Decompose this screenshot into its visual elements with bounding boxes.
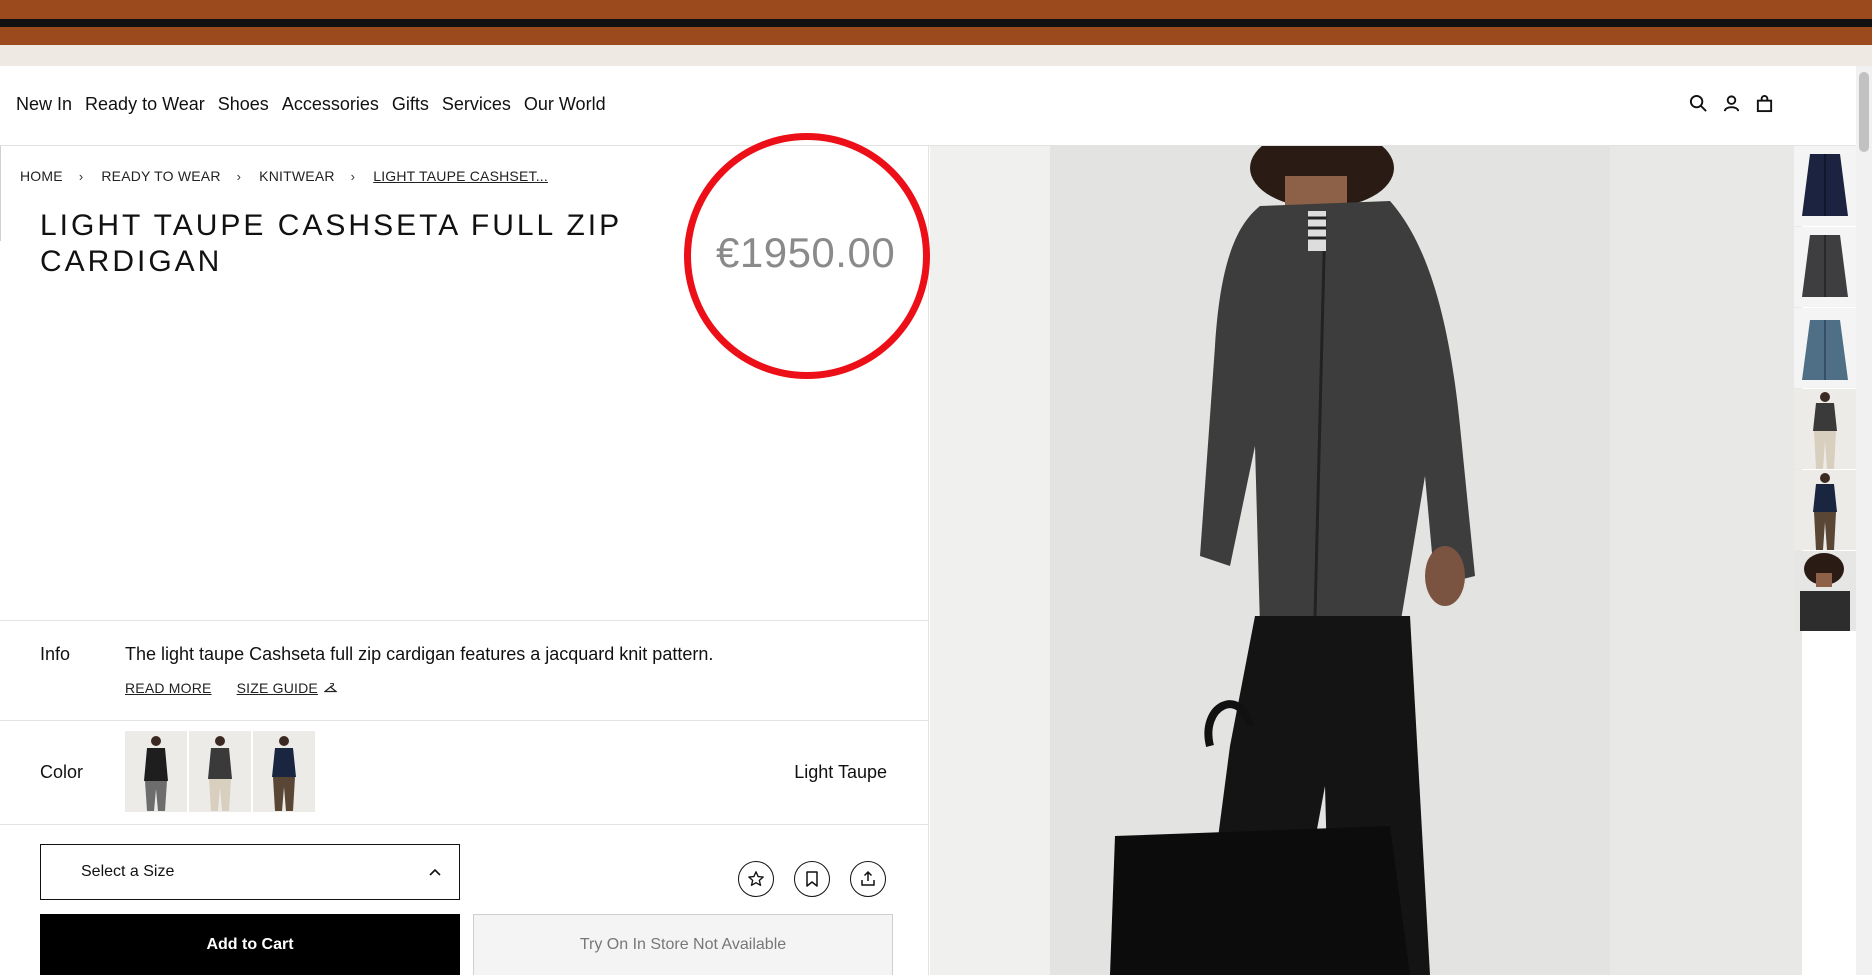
model-photo	[930, 146, 1802, 975]
product-description: The light taupe Cashseta full zip cardig…	[125, 644, 714, 664]
stripe-bottom	[0, 27, 1872, 45]
account-icon[interactable]	[1722, 94, 1741, 113]
divider	[0, 620, 929, 621]
swatch-image	[189, 731, 251, 812]
color-swatch-grey[interactable]	[189, 731, 251, 812]
bag-icon[interactable]	[1755, 94, 1774, 113]
share-icon	[861, 870, 875, 886]
breadcrumb: HOME › READY TO WEAR › KNITWEAR › LIGHT …	[20, 168, 548, 184]
nav-icons	[1689, 94, 1774, 113]
chevron-right-icon: ›	[236, 168, 242, 184]
search-icon[interactable]	[1689, 94, 1708, 113]
color-label: Color	[40, 762, 84, 782]
stripe-top	[0, 0, 1872, 19]
nav-item-gifts[interactable]: Gifts	[392, 94, 429, 115]
thumbnail-6[interactable]	[1794, 551, 1856, 631]
info-links: READ MORE SIZE GUIDE	[125, 680, 337, 696]
thumbnail-image	[1794, 389, 1856, 469]
thumbnail-3[interactable]	[1794, 308, 1856, 388]
thumbnail-5[interactable]	[1794, 470, 1856, 550]
bookmark-icon	[806, 871, 818, 887]
swatch-image	[253, 731, 315, 812]
thumbnail-2[interactable]	[1794, 227, 1856, 307]
announcement-bar	[0, 45, 1872, 66]
color-swatch-black[interactable]	[125, 731, 187, 812]
save-button[interactable]	[794, 861, 830, 897]
color-swatches	[125, 731, 315, 812]
color-swatch-navy[interactable]	[253, 731, 315, 812]
thumbnail-image	[1794, 227, 1856, 307]
favorite-button[interactable]	[738, 861, 774, 897]
size-guide-label: SIZE GUIDE	[236, 680, 318, 696]
stripe-middle	[0, 19, 1872, 27]
breadcrumb-current[interactable]: LIGHT TAUPE CASHSET...	[373, 168, 548, 184]
hanger-icon	[323, 683, 337, 693]
breadcrumb-ready-to-wear[interactable]: READY TO WEAR	[101, 168, 220, 184]
chevron-right-icon: ›	[350, 168, 356, 184]
top-banner-stripes	[0, 0, 1872, 66]
size-select[interactable]: Select a Size	[40, 844, 460, 900]
nav-item-ready-to-wear[interactable]: Ready to Wear	[85, 94, 205, 115]
thumbnail-image	[1794, 551, 1856, 631]
nav-item-services[interactable]: Services	[442, 94, 511, 115]
scrollbar-thumb[interactable]	[1859, 72, 1869, 152]
star-icon	[748, 871, 764, 886]
breadcrumb-knitwear[interactable]: KNITWEAR	[259, 168, 335, 184]
thumbnail-image	[1794, 308, 1856, 388]
divider	[0, 824, 929, 825]
product-thumbnails	[1794, 146, 1856, 631]
price-highlight-circle	[684, 133, 930, 379]
product-action-icons	[738, 861, 886, 897]
nav-item-accessories[interactable]: Accessories	[282, 94, 379, 115]
thumbnail-1[interactable]	[1794, 146, 1856, 226]
add-to-cart-button[interactable]: Add to Cart	[40, 914, 460, 975]
swatch-image	[125, 731, 187, 812]
product-hero-image	[930, 146, 1802, 975]
breadcrumb-home[interactable]: HOME	[20, 168, 63, 184]
chevron-up-icon	[429, 868, 441, 876]
panel-edge	[0, 146, 1, 241]
read-more-link[interactable]: READ MORE	[125, 680, 212, 696]
share-button[interactable]	[850, 861, 886, 897]
nav-menu: New In Ready to Wear Shoes Accessories G…	[16, 94, 606, 115]
main-nav: New In Ready to Wear Shoes Accessories G…	[0, 66, 1872, 146]
thumbnail-image	[1794, 470, 1856, 550]
nav-item-our-world[interactable]: Our World	[524, 94, 606, 115]
size-select-label: Select a Size	[81, 863, 175, 880]
info-label: Info	[40, 644, 71, 664]
size-guide-link[interactable]: SIZE GUIDE	[237, 680, 337, 696]
chevron-right-icon: ›	[78, 168, 84, 184]
nav-item-shoes[interactable]: Shoes	[218, 94, 269, 115]
thumbnail-4[interactable]	[1794, 389, 1856, 469]
try-on-in-store-button: Try On In Store Not Available	[473, 914, 893, 975]
selected-color-value: Light Taupe	[794, 762, 887, 782]
nav-item-new-in[interactable]: New In	[16, 94, 72, 115]
thumbnail-image	[1794, 146, 1856, 226]
product-title: LIGHT TAUPE CASHSETA FULL ZIP CARDIGAN	[40, 209, 622, 278]
divider	[0, 720, 929, 721]
page-scrollbar[interactable]	[1856, 66, 1872, 975]
